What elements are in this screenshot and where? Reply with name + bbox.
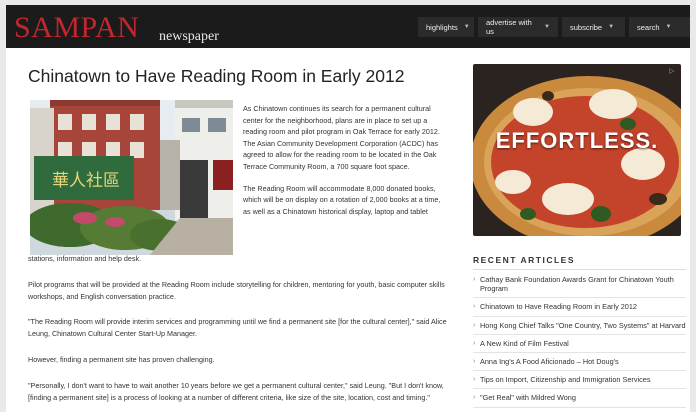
article-paragraph: However, finding a permanent site has pr… xyxy=(28,355,215,364)
site-logo[interactable]: SAMPAN xyxy=(14,11,139,45)
chevron-down-icon: ▼ xyxy=(463,24,470,30)
divider xyxy=(473,269,686,270)
article-paragraph: Pilot programs that will be provided at … xyxy=(28,280,445,301)
nav-advertise-label: advertise with us xyxy=(486,18,532,36)
main-nav: highlights ▼ advertise with us ▼ subscri… xyxy=(418,17,690,37)
ad-headline: EFFORTLESS. xyxy=(495,128,659,153)
chevron-down-icon: ▼ xyxy=(544,24,550,30)
recent-article-link[interactable]: › Hong Kong Chief Talks "One Country, Two… xyxy=(473,317,686,335)
nav-advertise[interactable]: advertise with us ▼ xyxy=(478,17,558,37)
chevron-right-icon: › xyxy=(473,394,476,402)
site-logo-subtitle: newspaper xyxy=(159,29,219,44)
recent-article-link[interactable]: › Tips on Import, Citizenship and Immigra… xyxy=(473,371,686,390)
chevron-right-icon: › xyxy=(473,376,476,384)
chevron-right-icon: › xyxy=(473,303,476,311)
article-paragraph: "Personally, I don't want to have to wai… xyxy=(28,381,444,402)
recent-articles-heading: RECENT ARTICLES xyxy=(473,255,575,265)
chevron-right-icon: › xyxy=(473,321,476,329)
chinatown-building-image: 華人社區 xyxy=(30,100,233,255)
article-photo: 華人社區 xyxy=(30,100,233,255)
nav-search-label: search xyxy=(637,22,660,32)
recent-article-link[interactable]: › A New Kind of Film Festival xyxy=(473,335,686,354)
sign-chinese-text: 華人社區 xyxy=(52,171,120,191)
recent-article-label: Hong Kong Chief Talks "One Country, Two … xyxy=(480,320,686,330)
recent-article-label: Tips on Import, Citizenship and Immigrat… xyxy=(480,375,651,385)
chevron-down-icon: ▼ xyxy=(608,24,615,30)
nav-highlights-label: highlights xyxy=(426,22,458,32)
article-paragraph: stations, information and help desk. xyxy=(28,254,142,263)
recent-article-link[interactable]: › Anna Ing's A Food Aficionado – Hot Doug… xyxy=(473,353,686,372)
recent-article-link[interactable]: › Cathay Bank Foundation Awards Grant for… xyxy=(473,271,686,299)
nav-highlights[interactable]: highlights ▼ xyxy=(418,17,474,37)
recent-article-label: "Get Real" with Mildred Wong xyxy=(480,393,576,403)
article-paragraph: "The Reading Room will provide interim s… xyxy=(28,317,447,338)
chevron-right-icon: › xyxy=(473,276,476,283)
recent-article-label: Chinatown to Have Reading Room in Early … xyxy=(480,302,637,312)
chevron-right-icon: › xyxy=(473,358,476,366)
nav-search[interactable]: search ▼ xyxy=(629,17,690,37)
chevron-down-icon: ▼ xyxy=(665,24,672,30)
article-title: Chinatown to Have Reading Room in Early … xyxy=(28,66,405,86)
nav-subscribe[interactable]: subscribe ▼ xyxy=(562,17,625,37)
ad-choices-icon[interactable]: ▷ xyxy=(669,67,677,75)
nav-subscribe-label: subscribe xyxy=(570,22,603,32)
recent-article-label: A New Kind of Film Festival xyxy=(480,338,569,348)
article-paragraph: As Chinatown continues its search for a … xyxy=(243,104,440,171)
recent-article-link[interactable]: › Chinatown to Have Reading Room in Early… xyxy=(473,298,686,317)
recent-article-link[interactable]: › "Get Real" with Mildred Wong xyxy=(473,389,686,408)
article-column: Chinatown to Have Reading Room in Early … xyxy=(28,48,448,412)
ad-banner[interactable]: EFFORTLESS. ▷ xyxy=(473,64,681,236)
article-intro: As Chinatown continues its search for a … xyxy=(243,103,448,227)
recent-article-label: Anna Ing's A Food Aficionado – Hot Doug'… xyxy=(480,357,619,367)
site-header: SAMPAN newspaper highlights ▼ advertise … xyxy=(6,5,690,48)
page-frame: SAMPAN newspaper highlights ▼ advertise … xyxy=(6,5,690,412)
recent-articles-list: › Cathay Bank Foundation Awards Grant for… xyxy=(473,271,686,408)
recent-article-label: Cathay Bank Foundation Awards Grant for … xyxy=(480,275,674,294)
sidebar: EFFORTLESS. ▷ RECENT ARTICLES › Cathay Ba… xyxy=(456,48,690,412)
article-paragraph: The Reading Room will accommodate 8,000 … xyxy=(243,183,441,216)
chevron-right-icon: › xyxy=(473,339,476,347)
